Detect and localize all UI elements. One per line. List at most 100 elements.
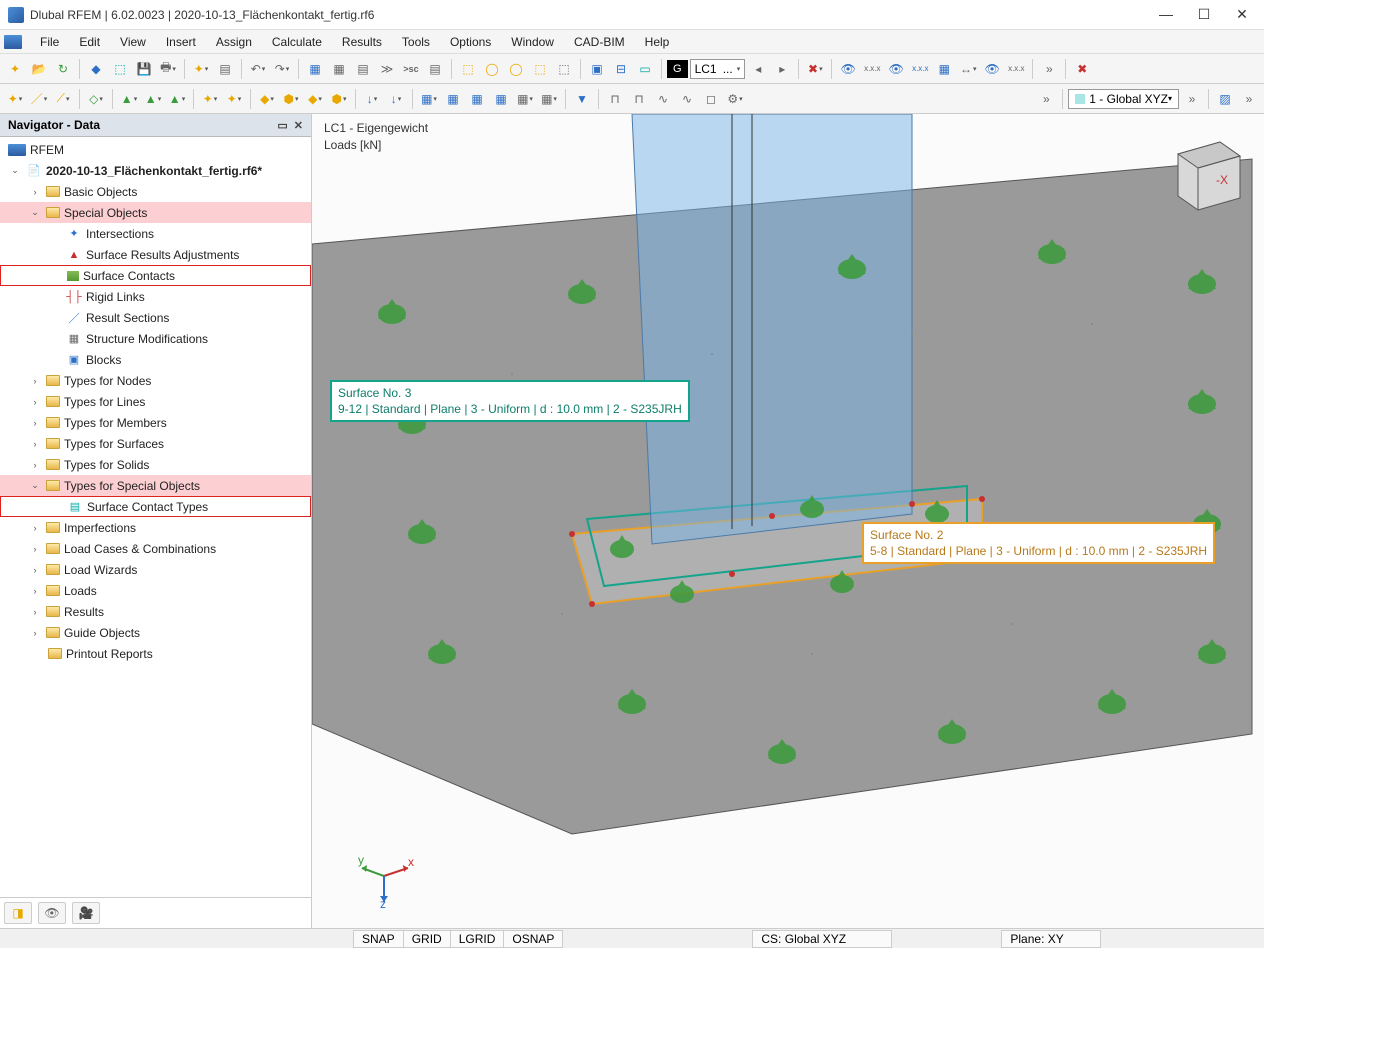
- tree-rigid-links[interactable]: ┤├ Rigid Links: [0, 286, 311, 307]
- eye2-icon[interactable]: 👁: [885, 58, 907, 80]
- menu-options[interactable]: Options: [440, 35, 501, 49]
- select3-icon[interactable]: ◯: [505, 58, 527, 80]
- mesh5-icon[interactable]: ▦▾: [514, 88, 536, 110]
- mesh2-icon[interactable]: ▦: [442, 88, 464, 110]
- navigator-pin-icon[interactable]: ▭: [277, 119, 287, 132]
- tree-imperfections[interactable]: › Imperfections: [0, 517, 311, 538]
- chevron-right-icon[interactable]: ›: [28, 418, 42, 428]
- tree-printout[interactable]: Printout Reports: [0, 643, 311, 664]
- view-icon[interactable]: ▣: [586, 58, 608, 80]
- undo-icon[interactable]: ↶▾: [247, 58, 269, 80]
- cube-icon[interactable]: ⬚: [109, 58, 131, 80]
- hinge-icon[interactable]: ✦▾: [199, 88, 221, 110]
- chevron-right-icon[interactable]: ›: [28, 607, 42, 617]
- open-icon[interactable]: 📂: [28, 58, 50, 80]
- overflow3-icon[interactable]: »: [1181, 88, 1203, 110]
- tree-surface-results-adj[interactable]: ▲ Surface Results Adjustments: [0, 244, 311, 265]
- mesh1-icon[interactable]: ▦▾: [418, 88, 440, 110]
- app-menu-icon[interactable]: [4, 35, 22, 49]
- menu-tools[interactable]: Tools: [392, 35, 440, 49]
- xxx1-icon[interactable]: x.x.x: [861, 58, 883, 80]
- coordinate-system-combo[interactable]: 1 - Global XYZ▾: [1068, 89, 1179, 109]
- tree-types-lines[interactable]: › Types for Lines: [0, 391, 311, 412]
- navigator-tree[interactable]: RFEM ⌄ 📄 2020-10-13_Flächenkontakt_ferti…: [0, 137, 311, 897]
- menu-view[interactable]: View: [110, 35, 156, 49]
- tree-types-surfaces[interactable]: › Types for Surfaces: [0, 433, 311, 454]
- dim2-icon[interactable]: ⊓: [628, 88, 650, 110]
- surface-new-icon[interactable]: ◇▾: [85, 88, 107, 110]
- cube2-icon[interactable]: ◻: [700, 88, 722, 110]
- menu-assign[interactable]: Assign: [206, 35, 262, 49]
- support1-icon[interactable]: ▲▾: [118, 88, 140, 110]
- panel2-icon[interactable]: ▦: [328, 58, 350, 80]
- menu-insert[interactable]: Insert: [156, 35, 206, 49]
- status-lgrid[interactable]: LGRID: [450, 930, 505, 948]
- menu-help[interactable]: Help: [635, 35, 680, 49]
- tree-blocks[interactable]: ▣ Blocks: [0, 349, 311, 370]
- nav-tab-display-icon[interactable]: 👁: [38, 902, 66, 924]
- measure-icon[interactable]: ↔▾: [957, 58, 979, 80]
- script-icon[interactable]: ≫: [376, 58, 398, 80]
- member-new-icon[interactable]: ⟋▾: [52, 88, 74, 110]
- status-grid[interactable]: GRID: [403, 930, 451, 948]
- refresh-icon[interactable]: ↻: [52, 58, 74, 80]
- lc-next-icon[interactable]: ▸: [771, 58, 793, 80]
- tree-surface-contacts[interactable]: Surface Contacts: [0, 265, 311, 286]
- close-button[interactable]: ✕: [1232, 6, 1252, 23]
- dim3-icon[interactable]: ∿: [652, 88, 674, 110]
- menu-file[interactable]: File: [30, 35, 69, 49]
- xxx2-icon[interactable]: x.x.x: [909, 58, 931, 80]
- eye3-icon[interactable]: 👁: [981, 58, 1003, 80]
- filter-icon[interactable]: ▼: [571, 88, 593, 110]
- chevron-down-icon[interactable]: ⌄: [28, 207, 42, 218]
- load2-icon[interactable]: ↓▾: [385, 88, 407, 110]
- model-icon[interactable]: ◆: [85, 58, 107, 80]
- panel1-icon[interactable]: ▦: [304, 58, 326, 80]
- chevron-right-icon[interactable]: ›: [28, 439, 42, 449]
- tree-file[interactable]: ⌄ 📄 2020-10-13_Flächenkontakt_fertig.rf6…: [0, 160, 311, 181]
- tree-root[interactable]: RFEM: [0, 139, 311, 160]
- chevron-right-icon[interactable]: ›: [28, 565, 42, 575]
- grid-icon[interactable]: ▦: [933, 58, 955, 80]
- maximize-button[interactable]: ☐: [1194, 6, 1214, 23]
- tree-structure-mods[interactable]: ▦ Structure Modifications: [0, 328, 311, 349]
- wizard-icon[interactable]: ✦▾: [190, 58, 212, 80]
- menu-results[interactable]: Results: [332, 35, 392, 49]
- workplane-icon[interactable]: ▨: [1214, 88, 1236, 110]
- load1-icon[interactable]: ↓▾: [361, 88, 383, 110]
- xxx3-icon[interactable]: x.x.x: [1005, 58, 1027, 80]
- nav-tab-data-icon[interactable]: ◨: [4, 902, 32, 924]
- sc-icon[interactable]: >sc: [400, 58, 422, 80]
- lc-prev-icon[interactable]: ◂: [747, 58, 769, 80]
- close-model-icon[interactable]: ✖: [1071, 58, 1093, 80]
- loadcase-selector[interactable]: LC1 ... ▾: [690, 59, 746, 79]
- tree-types-solids[interactable]: › Types for Solids: [0, 454, 311, 475]
- panel3-icon[interactable]: ▤: [352, 58, 374, 80]
- gear-icon[interactable]: ⚙▾: [724, 88, 746, 110]
- tree-types-special[interactable]: ⌄ Types for Special Objects: [0, 475, 311, 496]
- select1-icon[interactable]: ⬚: [457, 58, 479, 80]
- navigator-close-icon[interactable]: ✕: [294, 119, 303, 132]
- support3-icon[interactable]: ▲▾: [166, 88, 188, 110]
- chevron-down-icon[interactable]: ⌄: [28, 480, 42, 491]
- tree-load-cases[interactable]: › Load Cases & Combinations: [0, 538, 311, 559]
- select4-icon[interactable]: ⬚: [529, 58, 551, 80]
- chevron-right-icon[interactable]: ›: [28, 523, 42, 533]
- tree-result-sections[interactable]: ／ Result Sections: [0, 307, 311, 328]
- solid4-icon[interactable]: ⬢▾: [328, 88, 350, 110]
- new-icon[interactable]: ✦: [4, 58, 26, 80]
- 3d-viewport[interactable]: LC1 - Eigengewicht Loads [kN]: [312, 114, 1264, 928]
- redo-icon[interactable]: ↷▾: [271, 58, 293, 80]
- solid2-icon[interactable]: ⬢▾: [280, 88, 302, 110]
- minimize-button[interactable]: —: [1156, 6, 1176, 23]
- tree-special-objects[interactable]: ⌄ Special Objects: [0, 202, 311, 223]
- tree-loads[interactable]: › Loads: [0, 580, 311, 601]
- tree-types-nodes[interactable]: › Types for Nodes: [0, 370, 311, 391]
- select5-icon[interactable]: ⬚: [553, 58, 575, 80]
- chevron-right-icon[interactable]: ›: [28, 460, 42, 470]
- mesh6-icon[interactable]: ▦▾: [538, 88, 560, 110]
- section-icon[interactable]: ⊟: [610, 58, 632, 80]
- tree-intersections[interactable]: ✦ Intersections: [0, 223, 311, 244]
- tree-load-wizards[interactable]: › Load Wizards: [0, 559, 311, 580]
- mesh3-icon[interactable]: ▦: [466, 88, 488, 110]
